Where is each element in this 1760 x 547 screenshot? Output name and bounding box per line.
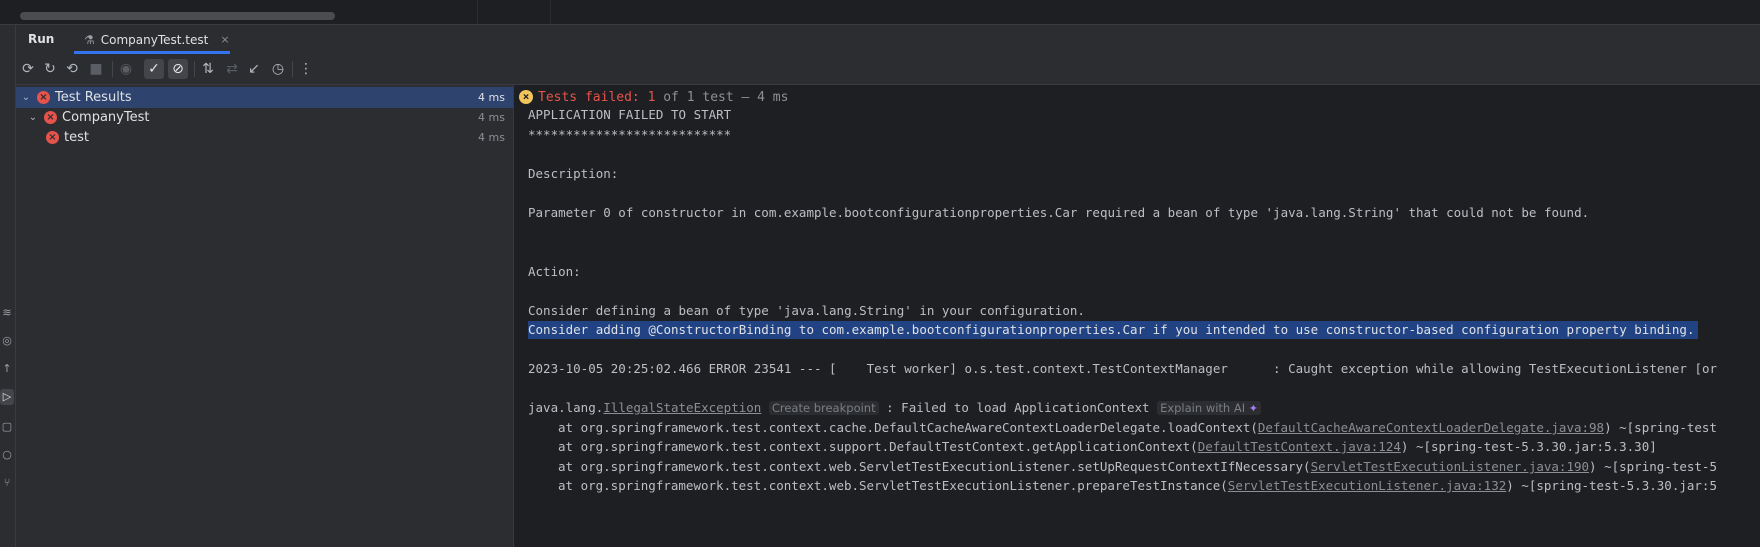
console-line: Parameter 0 of constructor in com.exampl… bbox=[528, 205, 1590, 220]
explain-with-ai-hint[interactable]: Explain with AI ✦ bbox=[1157, 401, 1262, 415]
test-failed-icon: × bbox=[46, 131, 59, 144]
divider bbox=[112, 61, 113, 77]
tree-row-label: Test Results bbox=[55, 90, 132, 105]
create-breakpoint-hint[interactable]: Create breakpoint bbox=[768, 401, 879, 415]
console-line-selected: Consider adding @ConstructorBinding to c… bbox=[528, 321, 1699, 339]
tree-row-companytest[interactable]: ⌄ × CompanyTest 4 ms bbox=[16, 107, 513, 128]
console-output[interactable]: × Tests failed: 1 of 1 test – 4 ms APPLI… bbox=[514, 85, 1760, 547]
editor-top-strip bbox=[0, 0, 1760, 24]
console-line: Consider defining a bean of type 'java.l… bbox=[528, 303, 1085, 318]
test-failed-icon: × bbox=[37, 91, 50, 104]
sort-icon[interactable]: ⇅ bbox=[198, 59, 218, 79]
console-line: APPLICATION FAILED TO START bbox=[528, 107, 732, 122]
test-failed-icon: × bbox=[44, 111, 57, 124]
exception-class-link[interactable]: IllegalStateException bbox=[603, 400, 761, 415]
stack-frame: at org.springframework.test.context.supp… bbox=[558, 439, 1657, 454]
failed-status-icon: × bbox=[519, 90, 533, 104]
rerun-icon[interactable]: ⟳ bbox=[18, 59, 38, 79]
run-tool-icon[interactable]: ▷ bbox=[0, 389, 14, 405]
source-link[interactable]: DefaultCacheAwareContextLoaderDelegate.j… bbox=[1258, 420, 1604, 435]
duration: 4 ms bbox=[478, 131, 505, 144]
history-icon[interactable]: ◷ bbox=[268, 59, 288, 79]
chevron-down-icon[interactable]: ⌄ bbox=[20, 92, 32, 103]
duration: 4 ms bbox=[478, 91, 505, 104]
git-icon[interactable]: ↑ bbox=[0, 361, 14, 377]
exception-prefix: java.lang. bbox=[528, 400, 604, 415]
console-line: Action: bbox=[528, 264, 581, 279]
rerun-failed-icon[interactable]: ↻ bbox=[40, 59, 60, 79]
stack-frame: at org.springframework.test.context.web.… bbox=[558, 459, 1717, 474]
toggle-auto-test-icon[interactable]: ⟲ bbox=[62, 59, 82, 79]
divider bbox=[194, 61, 195, 77]
eye-icon[interactable]: ◉ bbox=[116, 59, 136, 79]
collapse-icon[interactable]: ↙ bbox=[244, 59, 264, 79]
tree-row-label: CompanyTest bbox=[62, 110, 150, 125]
terminal-icon[interactable]: ▢ bbox=[0, 419, 14, 435]
chevron-down-icon[interactable]: ⌄ bbox=[27, 112, 39, 123]
tree-row-test-results[interactable]: ⌄ × Test Results 4 ms bbox=[16, 87, 513, 108]
status-failed-count: Tests failed: 1 bbox=[538, 89, 656, 105]
test-config-icon: ⚗ bbox=[84, 32, 95, 47]
tool-window-title: Run bbox=[28, 32, 55, 46]
tree-row-label: test bbox=[64, 130, 89, 145]
tree-row-test[interactable]: × test 4 ms bbox=[16, 127, 513, 148]
services-icon[interactable]: ◎ bbox=[0, 333, 14, 349]
tab-run-configuration[interactable]: ⚗ CompanyTest.test × bbox=[74, 25, 240, 54]
duration: 4 ms bbox=[478, 111, 505, 124]
divider bbox=[292, 61, 293, 77]
divider bbox=[477, 0, 478, 24]
exception-line: java.lang.IllegalStateException Create b… bbox=[528, 399, 1262, 417]
console-line: *************************** bbox=[528, 127, 732, 142]
stack-frame: at org.springframework.test.context.web.… bbox=[558, 478, 1717, 493]
tool-window-header: Run ⚗ CompanyTest.test × bbox=[16, 25, 1760, 54]
git-log-icon[interactable]: ⑂ bbox=[0, 475, 14, 491]
divider bbox=[550, 0, 551, 24]
stop-icon[interactable]: ■ bbox=[86, 59, 106, 79]
source-link[interactable]: DefaultTestContext.java:124 bbox=[1198, 439, 1401, 454]
console-line: 2023-10-05 20:25:02.466 ERROR 23541 --- … bbox=[528, 361, 1718, 376]
test-results-tree: ⌄ × Test Results 4 ms ⌄ × CompanyTest 4 … bbox=[16, 85, 513, 547]
exception-message: : Failed to load ApplicationContext bbox=[878, 400, 1158, 415]
tab-label: CompanyTest.test bbox=[100, 32, 209, 47]
layers-icon[interactable]: ≋ bbox=[0, 305, 14, 321]
source-link[interactable]: ServletTestExecutionListener.java:190 bbox=[1311, 459, 1589, 474]
show-passed-check-icon[interactable]: ✓ bbox=[144, 59, 164, 79]
console-line: Description: bbox=[528, 166, 619, 181]
import-icon[interactable]: ⇄ bbox=[222, 59, 242, 79]
more-options-icon[interactable]: ⋮ bbox=[296, 59, 316, 79]
horizontal-scrollbar[interactable] bbox=[20, 12, 335, 20]
run-toolbar: ⟳ ↻ ⟲ ■ ◉ ✓ ⊘ ⇅ ⇄ ↙ ◷ ⋮ bbox=[16, 54, 1760, 85]
sparkle-icon: ✦ bbox=[1248, 402, 1259, 415]
status-summary: of 1 test – 4 ms bbox=[655, 89, 789, 105]
show-ignored-icon[interactable]: ⊘ bbox=[168, 59, 188, 79]
left-tool-strip: ≋ ◎ ↑ ▷ ▢ ○ ⑂ bbox=[0, 25, 16, 547]
source-link[interactable]: ServletTestExecutionListener.java:132 bbox=[1228, 478, 1506, 493]
problems-icon[interactable]: ○ bbox=[0, 447, 14, 463]
close-icon[interactable]: × bbox=[220, 33, 229, 46]
stack-frame: at org.springframework.test.context.cach… bbox=[558, 420, 1717, 435]
